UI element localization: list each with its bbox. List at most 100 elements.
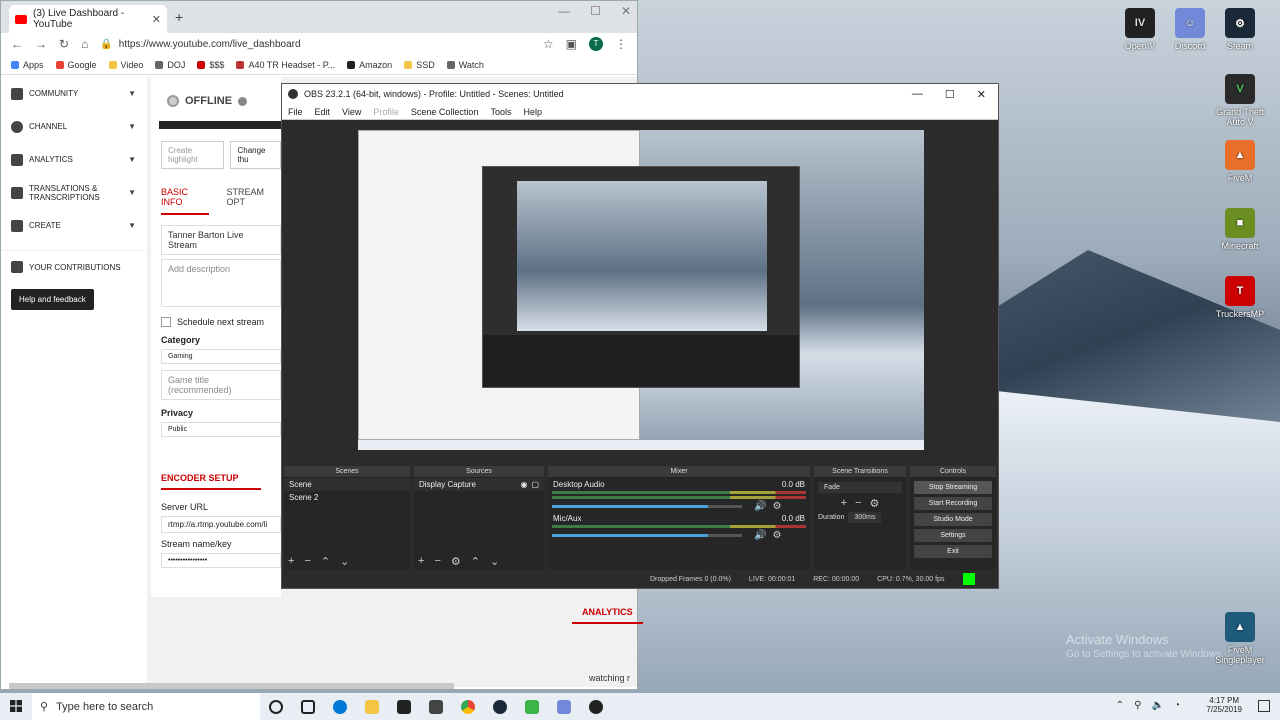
speaker-icon[interactable]: 🔊 [754, 501, 766, 512]
profile-avatar[interactable]: T [589, 37, 603, 51]
sidebar-item-channel[interactable]: CHANNEL ▼ [1, 110, 146, 143]
scene-item[interactable]: Scene [284, 478, 410, 491]
star-icon[interactable]: ☆ [543, 37, 554, 51]
desktop-icon-minecraft[interactable]: ■ Minecraft [1210, 208, 1270, 251]
reload-icon[interactable]: ↻ [59, 37, 69, 51]
sidebar-item-contributions[interactable]: YOUR CONTRIBUTIONS [1, 250, 146, 283]
gear-icon[interactable]: ⚙ [870, 497, 880, 510]
obs-preview[interactable] [358, 130, 924, 450]
sidebar-item-create[interactable]: CREATE ▼ [1, 209, 146, 242]
close-icon[interactable]: ✕ [977, 88, 986, 101]
clock[interactable]: 4:17 PM 7/25/2019 [1206, 696, 1242, 714]
description-input[interactable]: Add description [161, 259, 281, 307]
tab-stream-options[interactable]: STREAM OPT [227, 187, 281, 215]
back-icon[interactable]: ← [11, 37, 23, 51]
bookmark-video[interactable]: Video [108, 60, 143, 70]
network-icon[interactable]: ⚲ [1134, 700, 1141, 711]
forward-icon[interactable]: → [35, 37, 47, 51]
bookmark-headset[interactable]: A40 TR Headset - P... [236, 60, 335, 70]
notification-icon[interactable] [1258, 700, 1270, 712]
add-icon[interactable]: + [841, 497, 847, 510]
desktop-icon-truckersmp[interactable]: T TruckersMP [1210, 276, 1270, 319]
maximize-icon[interactable]: ☐ [945, 88, 955, 101]
cortana-icon[interactable] [269, 699, 283, 714]
eye-icon[interactable]: ◉ [520, 480, 527, 489]
menu-profile[interactable]: Profile [373, 107, 399, 117]
bookmark-amazon[interactable]: Amazon [347, 60, 392, 70]
speaker-icon[interactable]: 🔊 [754, 530, 766, 541]
game-title-input[interactable]: Game title (recommended) [161, 370, 281, 400]
file-explorer-icon[interactable] [365, 699, 379, 714]
scene-item[interactable]: Scene 2 [284, 491, 410, 504]
move-down-icon[interactable]: ⌄ [340, 555, 349, 568]
task-view-icon[interactable] [301, 699, 315, 714]
category-select[interactable]: Gaming [161, 349, 281, 364]
chrome-icon[interactable] [461, 699, 475, 714]
transition-select[interactable]: Fade [818, 482, 902, 493]
create-highlight-button[interactable]: Create highlight [161, 141, 225, 169]
desktop-icon-steam[interactable]: ⚙ Steam [1210, 8, 1270, 51]
remove-icon[interactable]: − [434, 555, 440, 568]
store-icon[interactable] [397, 699, 411, 714]
windows-start-icon[interactable] [10, 700, 22, 712]
steam-icon[interactable] [493, 699, 507, 714]
menu-edit[interactable]: Edit [315, 107, 331, 117]
home-icon[interactable]: ⌂ [81, 37, 88, 51]
obs-icon[interactable] [589, 699, 603, 714]
studio-mode-button[interactable]: Studio Mode [914, 513, 992, 526]
gear-icon[interactable]: ⚙ [772, 501, 781, 512]
close-icon[interactable]: ✕ [621, 4, 631, 18]
tab-basic-info[interactable]: BASIC INFO [161, 187, 209, 215]
chevron-up-icon[interactable]: ⌃ [1116, 700, 1124, 711]
add-icon[interactable]: + [288, 555, 294, 568]
bookmark-ssd[interactable]: SSD [404, 60, 435, 70]
bookmark-doj[interactable]: DOJ [155, 60, 185, 70]
schedule-checkbox[interactable] [161, 317, 171, 327]
menu-icon[interactable]: ⋮ [615, 37, 627, 51]
browser-tab[interactable]: (3) Live Dashboard - YouTube ✕ [9, 5, 167, 33]
move-down-icon[interactable]: ⌄ [490, 555, 499, 568]
exit-button[interactable]: Exit [914, 545, 992, 558]
stop-streaming-button[interactable]: Stop Streaming [914, 481, 992, 494]
volume-slider[interactable] [552, 505, 742, 508]
minimize-icon[interactable]: — [558, 4, 570, 18]
minimize-icon[interactable]: — [912, 88, 923, 101]
help-icon[interactable] [238, 96, 248, 106]
move-up-icon[interactable]: ⌃ [471, 555, 480, 568]
extension-icon[interactable]: ▣ [566, 37, 577, 51]
menu-file[interactable]: File [288, 107, 303, 117]
edge-icon[interactable] [333, 699, 347, 714]
desktop-icon-gta[interactable]: V Grand Theft Auto V [1210, 74, 1270, 127]
stream-title-input[interactable]: Tanner Barton Live Stream [161, 225, 281, 255]
wifi-icon[interactable]: ◔ [1174, 700, 1180, 711]
bookmark-watch[interactable]: Watch [446, 60, 484, 70]
volume-icon[interactable]: 🔈 [1152, 700, 1164, 711]
sidebar-item-analytics[interactable]: ANALYTICS ▼ [1, 143, 146, 176]
discord-icon[interactable] [557, 699, 571, 714]
desktop-icon-fivem[interactable]: ▲ FiveM [1210, 140, 1270, 183]
horizontal-scrollbar[interactable] [9, 683, 454, 689]
menu-scene-collection[interactable]: Scene Collection [411, 107, 479, 117]
menu-view[interactable]: View [342, 107, 361, 117]
bookmark-google[interactable]: Google [55, 60, 97, 70]
remove-icon[interactable]: − [855, 497, 861, 510]
close-tab-icon[interactable]: ✕ [152, 13, 161, 26]
privacy-select[interactable]: Public [161, 422, 281, 437]
add-icon[interactable]: + [418, 555, 424, 568]
remove-icon[interactable]: − [304, 555, 310, 568]
maximize-icon[interactable]: ☐ [590, 4, 601, 18]
volume-slider[interactable] [552, 534, 742, 537]
sidebar-item-community[interactable]: COMMUNITY ▼ [1, 77, 146, 110]
bookmark-apps[interactable]: Apps [11, 60, 44, 70]
stream-key-field[interactable]: •••••••••••••••• [161, 553, 281, 568]
start-recording-button[interactable]: Start Recording [914, 497, 992, 510]
lock-icon[interactable]: ▢ [531, 480, 539, 489]
gear-icon[interactable]: ⚙ [772, 530, 781, 541]
address-bar[interactable]: 🔒 https://www.youtube.com/live_dashboard [100, 39, 531, 50]
menu-tools[interactable]: Tools [490, 107, 511, 117]
app-icon[interactable] [525, 699, 539, 714]
change-thumbnail-button[interactable]: Change thu [230, 141, 281, 169]
settings-button[interactable]: Settings [914, 529, 992, 542]
duration-input[interactable]: 300ms [848, 512, 882, 523]
new-tab-icon[interactable]: + [175, 9, 183, 25]
